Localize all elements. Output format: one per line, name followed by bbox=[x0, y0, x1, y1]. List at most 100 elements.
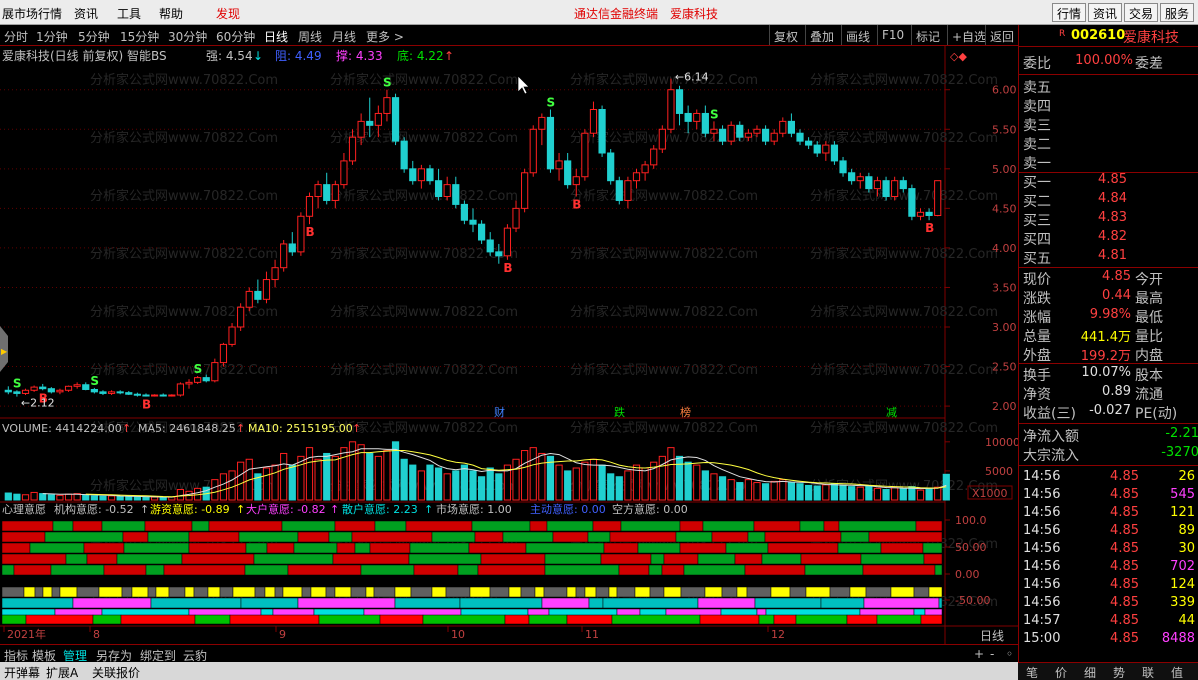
period-daily[interactable]: 日线 bbox=[264, 28, 288, 45]
volume-bar bbox=[779, 479, 787, 501]
sentiment-cell bbox=[1, 531, 46, 543]
sentiment-cell bbox=[301, 586, 312, 598]
sentiment-indicator: 大户意愿: -0.82 bbox=[246, 502, 326, 516]
sentiment-cell bbox=[334, 586, 352, 598]
menu-news[interactable]: 资讯 bbox=[74, 5, 98, 22]
period-monthly[interactable]: 月线 bbox=[332, 28, 356, 45]
sentiment-cell bbox=[620, 520, 681, 532]
panel-tab[interactable]: 价 bbox=[1055, 664, 1067, 680]
volume-bar bbox=[211, 479, 219, 501]
volume-bar bbox=[417, 470, 425, 501]
sentiment-axis-label: 100.0 bbox=[955, 514, 987, 527]
watermark-text: 分析家公式网www.70822.Com bbox=[90, 72, 278, 88]
period-60min[interactable]: 60分钟 bbox=[216, 28, 255, 45]
panel-tab[interactable]: 笔 bbox=[1026, 664, 1038, 680]
sentiment-cell bbox=[637, 542, 681, 554]
sentiment-cell bbox=[618, 564, 650, 576]
volume-bar bbox=[667, 447, 675, 501]
menu-help[interactable]: 帮助 bbox=[159, 5, 183, 22]
btn-info[interactable]: 资讯 bbox=[1088, 3, 1123, 22]
sentiment-cell bbox=[25, 614, 94, 625]
status-linked-quote[interactable]: 关联报价 bbox=[92, 664, 140, 680]
sentiment-cell bbox=[101, 520, 146, 532]
candle-body bbox=[348, 136, 357, 162]
watermark-text: 分析家公式网www.70822.Com bbox=[810, 188, 998, 204]
tool-f10[interactable]: F10 bbox=[877, 25, 908, 45]
sentiment-cell bbox=[746, 586, 772, 598]
panel-tab[interactable]: 势 bbox=[1113, 664, 1125, 680]
menu-discover[interactable]: 发现 bbox=[216, 5, 240, 22]
period-more[interactable]: 更多 > bbox=[366, 28, 404, 45]
volume-bar bbox=[607, 473, 615, 501]
volume-bar bbox=[744, 479, 752, 501]
event-marker[interactable]: 榜 bbox=[680, 405, 691, 419]
sentiment-cell bbox=[860, 553, 925, 565]
price-axis-label: 4.00 bbox=[992, 242, 1017, 255]
sentiment-cell bbox=[829, 586, 851, 598]
sentiment-cell bbox=[405, 520, 473, 532]
sentiment-cell bbox=[862, 564, 936, 576]
settings-icon[interactable]: ◦ bbox=[1006, 647, 1013, 661]
tool-add-watchlist[interactable]: +自选 bbox=[947, 25, 990, 45]
indicator-tab-bar: 指标 模板 管理 另存为 绑定到 云豹 + - ◦ bbox=[0, 644, 1018, 663]
period-30min[interactable]: 30分钟 bbox=[168, 28, 207, 45]
quote-row: 涨幅 9.98% 最低 bbox=[1019, 307, 1198, 326]
volume-bar bbox=[813, 485, 821, 501]
status-danmaku[interactable]: 开弹幕 bbox=[4, 664, 40, 680]
volume-bar bbox=[581, 461, 589, 501]
candle-body bbox=[805, 140, 813, 146]
event-marker[interactable]: 跌 bbox=[614, 405, 625, 419]
sentiment-cell bbox=[502, 531, 554, 543]
kline-chart[interactable]: 爱康科技(日线 前复权) 智能BS 强: 4.54 ↓ 阻: 4.49 撑: 4.33… bbox=[0, 46, 1018, 644]
quote-label-secondary: 今开 bbox=[1135, 272, 1163, 288]
panel-tab[interactable]: 联 bbox=[1142, 664, 1154, 680]
flow-row: 净流入额 -2.21 bbox=[1019, 426, 1198, 445]
tool-overlay[interactable]: 叠加 bbox=[805, 25, 838, 45]
period-intraday[interactable]: 分时 bbox=[4, 28, 28, 45]
period-15min[interactable]: 15分钟 bbox=[120, 28, 159, 45]
period-weekly[interactable]: 周线 bbox=[298, 28, 322, 45]
sentiment-cell bbox=[679, 520, 704, 532]
panel-tab[interactable]: 值 bbox=[1171, 664, 1183, 680]
btn-trade[interactable]: 交易 bbox=[1124, 3, 1159, 22]
sentiment-cell bbox=[365, 586, 375, 598]
price-axis-label: 4.50 bbox=[992, 202, 1017, 215]
volume-bar bbox=[305, 447, 314, 501]
volume-bar bbox=[13, 493, 21, 501]
menu-market[interactable]: 展市场行情 bbox=[2, 5, 62, 22]
sentiment-cell bbox=[318, 614, 381, 625]
sentiment-cell bbox=[648, 564, 663, 576]
panel-separator bbox=[1019, 267, 1198, 268]
event-marker[interactable]: 财 bbox=[494, 405, 505, 419]
expand-arrow-icon[interactable]: ▶ bbox=[1, 347, 8, 356]
volume-bar bbox=[159, 496, 167, 501]
period-1min[interactable]: 1分钟 bbox=[36, 28, 68, 45]
candle-body bbox=[675, 89, 684, 114]
candle-body bbox=[99, 391, 107, 394]
candle-body bbox=[434, 180, 443, 198]
menu-tools[interactable]: 工具 bbox=[117, 5, 141, 22]
sentiment-cell bbox=[422, 614, 506, 625]
candle-body bbox=[512, 207, 520, 229]
btn-service[interactable]: 服务 bbox=[1160, 3, 1195, 22]
volume-bar bbox=[761, 483, 770, 501]
candle-body bbox=[572, 176, 580, 186]
volume-bar bbox=[770, 480, 778, 501]
sentiment-cell bbox=[758, 614, 775, 625]
status-extend[interactable]: 扩展A bbox=[46, 664, 78, 680]
btn-quotes[interactable]: 行情 bbox=[1052, 3, 1087, 22]
tick-volume: 30 bbox=[1178, 541, 1195, 556]
tool-adjust[interactable]: 复权 bbox=[769, 25, 802, 45]
zoom-out-icon[interactable]: - bbox=[990, 647, 994, 661]
event-marker[interactable]: 减 bbox=[886, 406, 897, 419]
tool-draw[interactable]: 画线 bbox=[841, 25, 874, 45]
period-5min[interactable]: 5分钟 bbox=[78, 28, 110, 45]
quote-value: 199.2万 bbox=[1080, 349, 1131, 364]
sell-signal: S bbox=[90, 374, 99, 388]
zoom-in-icon[interactable]: + bbox=[974, 647, 984, 661]
tool-back[interactable]: 返回 bbox=[985, 25, 1018, 45]
tool-mark[interactable]: 标记 bbox=[911, 25, 944, 45]
candle-body bbox=[107, 391, 116, 394]
panel-tab[interactable]: 细 bbox=[1084, 664, 1096, 680]
candle-body bbox=[4, 389, 12, 393]
